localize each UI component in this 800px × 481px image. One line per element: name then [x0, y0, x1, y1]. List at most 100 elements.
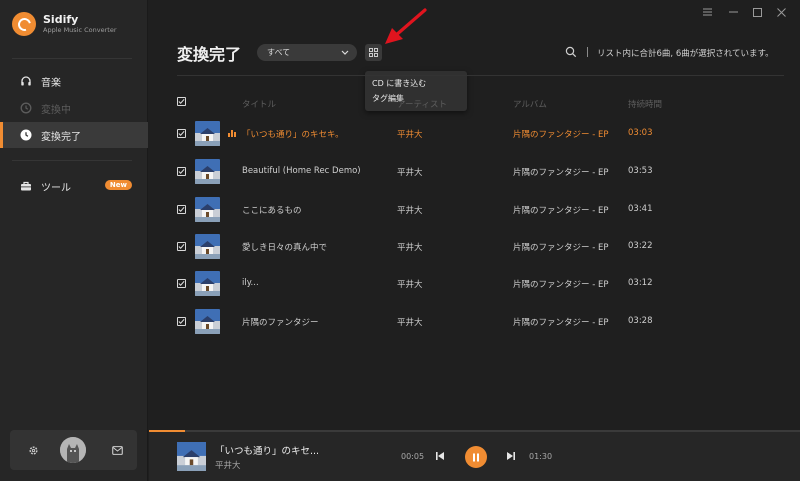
filter-dropdown[interactable]: すべて	[257, 44, 357, 61]
track-row[interactable]: 愛しき日々の真ん中で 平井大 片隅のファンタジー - EP 03:22	[149, 229, 800, 265]
album-art	[195, 309, 220, 334]
clock-icon	[20, 129, 32, 141]
track-artist: 平井大	[397, 318, 423, 328]
menu-icon[interactable]	[700, 6, 714, 18]
header-divider	[177, 75, 784, 76]
separator	[587, 47, 588, 57]
filter-value: すべて	[267, 48, 291, 57]
track-row[interactable]: Beautiful (Home Rec Demo) 平井大 片隅のファンタジー - …	[149, 154, 800, 190]
track-duration: 03:28	[628, 316, 653, 326]
sidebar: Sidify Apple Music Converter 音楽 変換中 変換完了…	[0, 0, 148, 481]
progress-track[interactable]	[149, 430, 800, 432]
brand-name: Sidify	[43, 13, 79, 26]
sidebar-item-label: 変換中	[41, 104, 71, 116]
sidebar-item-tools[interactable]: ツール New	[0, 173, 148, 199]
maximize-icon[interactable]	[750, 6, 764, 18]
track-checkbox[interactable]	[177, 205, 186, 214]
track-duration: 03:03	[628, 128, 653, 138]
track-duration: 03:41	[628, 204, 653, 214]
track-artist: 平井大	[397, 206, 423, 216]
previous-track-icon[interactable]	[435, 451, 445, 461]
track-duration: 03:12	[628, 278, 653, 288]
track-duration: 03:53	[628, 166, 653, 176]
sidebar-item-music[interactable]: 音楽	[0, 68, 148, 94]
sidify-logo-icon	[12, 12, 36, 36]
track-row[interactable]: ily... 平井大 片隅のファンタジー - EP 03:12	[149, 266, 800, 302]
sidebar-item-label: ツール	[41, 182, 71, 194]
track-artist: 平井大	[397, 130, 423, 140]
track-artist: 平井大	[397, 243, 423, 253]
select-all-checkbox[interactable]	[177, 97, 186, 106]
track-album: 片隅のファンタジー - EP	[513, 318, 609, 328]
track-row[interactable]: 「いつも通り」のキセキ。 平井大 片隅のファンタジー - EP 03:03	[149, 116, 800, 152]
new-badge: New	[104, 180, 132, 190]
main-panel: 変換完了 すべて CD に書き込む タグ編集 リスト内に合計6曲, 6曲が選択さ…	[149, 0, 800, 481]
column-artist[interactable]: アーティスト	[397, 98, 447, 110]
search-icon[interactable]	[565, 46, 577, 58]
next-track-icon[interactable]	[506, 451, 516, 461]
now-playing-artist: 平井大	[215, 461, 241, 471]
sidebar-item-converted[interactable]: 変換完了	[0, 122, 148, 148]
mail-icon[interactable]	[110, 443, 124, 457]
track-album: 片隅のファンタジー - EP	[513, 280, 609, 290]
brand: Sidify Apple Music Converter	[12, 12, 117, 36]
settings-icon[interactable]	[26, 443, 40, 457]
sidebar-item-converting[interactable]: 変換中	[0, 95, 148, 121]
track-album: 片隅のファンタジー - EP	[513, 130, 609, 140]
album-art	[195, 197, 220, 222]
pause-button[interactable]	[465, 446, 487, 468]
track-title: Beautiful (Home Rec Demo)	[242, 166, 361, 176]
track-checkbox[interactable]	[177, 129, 186, 138]
elapsed-time: 00:05	[401, 452, 425, 461]
track-album: 片隅のファンタジー - EP	[513, 206, 609, 216]
headphones-icon	[20, 75, 32, 87]
track-album: 片隅のファンタジー - EP	[513, 243, 609, 253]
selection-summary: リスト内に合計6曲, 6曲が選択されています。	[597, 49, 774, 59]
track-checkbox[interactable]	[177, 242, 186, 251]
more-options-button[interactable]	[365, 44, 382, 61]
brand-subtitle: Apple Music Converter	[43, 26, 117, 34]
track-album: 片隅のファンタジー - EP	[513, 168, 609, 178]
track-checkbox[interactable]	[177, 279, 186, 288]
track-row[interactable]: 片隅のファンタジー 平井大 片隅のファンタジー - EP 03:28	[149, 304, 800, 340]
column-album[interactable]: アルバム	[513, 98, 547, 110]
track-row[interactable]: ここにあるもの 平井大 片隅のファンタジー - EP 03:41	[149, 192, 800, 228]
minimize-icon[interactable]	[726, 6, 740, 18]
column-title[interactable]: タイトル	[242, 98, 276, 110]
track-title: ily...	[242, 278, 259, 288]
album-art	[195, 159, 220, 184]
progress-fill	[149, 430, 185, 432]
track-checkbox[interactable]	[177, 167, 186, 176]
track-title: ここにあるもの	[242, 206, 302, 216]
track-artist: 平井大	[397, 280, 423, 290]
chevron-down-icon	[341, 44, 349, 67]
page-title: 変換完了	[177, 45, 242, 64]
column-duration[interactable]: 持続時間	[628, 98, 662, 110]
track-title: 片隅のファンタジー	[242, 318, 319, 328]
playing-indicator-icon	[228, 129, 236, 137]
sidebar-item-label: 音楽	[41, 77, 61, 89]
album-art	[195, 121, 220, 146]
track-title: 愛しき日々の真ん中で	[242, 243, 328, 253]
annotation-arrow	[385, 8, 427, 44]
pause-icon	[473, 453, 479, 461]
album-art	[177, 442, 206, 471]
player-bar: 「いつも通り」のキセ... 平井大 00:05 01:30	[149, 430, 800, 481]
grid-icon	[369, 48, 378, 57]
track-checkbox[interactable]	[177, 317, 186, 326]
now-playing-title: 「いつも通り」のキセ...	[215, 446, 320, 457]
sidebar-divider	[12, 58, 132, 59]
track-artist: 平井大	[397, 168, 423, 178]
track-title: 「いつも通り」のキセキ。	[242, 130, 344, 140]
close-icon[interactable]	[774, 6, 788, 18]
toolbox-icon	[20, 180, 32, 192]
bottom-toolbar	[10, 430, 137, 470]
sidebar-item-label: 変換完了	[41, 131, 81, 143]
avatar[interactable]	[60, 437, 86, 463]
total-time: 01:30	[529, 452, 553, 461]
sidebar-divider	[12, 160, 132, 161]
menu-item-burn-cd[interactable]: CD に書き込む	[372, 76, 467, 91]
album-art	[195, 271, 220, 296]
track-duration: 03:22	[628, 241, 653, 251]
album-art	[195, 234, 220, 259]
